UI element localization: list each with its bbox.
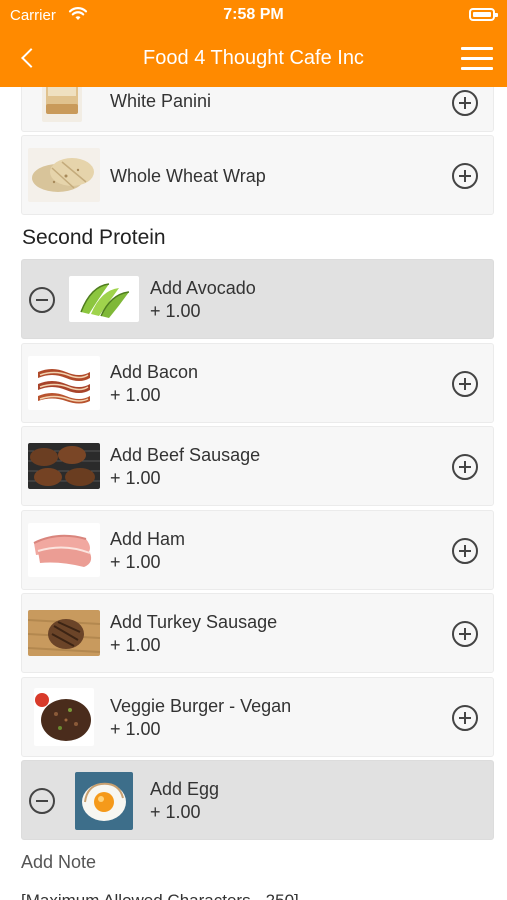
plus-circle-icon[interactable]: [452, 538, 478, 564]
item-name: Whole Wheat Wrap: [110, 166, 266, 186]
item-thumbnail: [42, 87, 82, 122]
status-time: 7:58 PM: [223, 6, 284, 23]
plus-circle-icon[interactable]: [452, 90, 478, 116]
item-price: + 1.00: [110, 385, 161, 405]
item-thumbnail: [28, 443, 100, 489]
item-thumbnail: [28, 523, 100, 577]
menu-line: [461, 67, 493, 70]
item-price: + 1.00: [110, 635, 161, 655]
hamburger-menu-icon[interactable]: [461, 47, 493, 71]
item-thumbnail: [28, 148, 100, 202]
note-limit-text: [Maximum Allowed Characters - 250]: [21, 891, 299, 900]
scroll-content[interactable]: White Panini Whole Wheat Wrap Second Pro…: [0, 87, 507, 900]
item-price: + 1.00: [110, 719, 161, 739]
item-name: Add Egg: [150, 779, 220, 799]
item-name: Add Beef Sausage: [110, 445, 261, 465]
item-thumbnail: [28, 610, 100, 656]
battery-icon: [469, 8, 498, 21]
plus-circle-icon[interactable]: [452, 163, 478, 189]
item-price: + 1.00: [150, 301, 201, 321]
list-item-whole-wheat-wrap[interactable]: Whole Wheat Wrap: [21, 135, 494, 215]
list-item-ham[interactable]: Add Ham + 1.00: [21, 510, 494, 590]
list-item-avocado[interactable]: Add Avocado + 1.00: [21, 259, 494, 339]
plus-circle-icon[interactable]: [452, 705, 478, 731]
list-item-white-panini[interactable]: White Panini: [21, 87, 494, 132]
plus-circle-icon[interactable]: [452, 371, 478, 397]
status-bar: Carrier 7:58 PM: [0, 0, 507, 32]
list-item-beef-sausage[interactable]: Add Beef Sausage + 1.00: [21, 426, 494, 506]
item-price: + 1.00: [110, 468, 161, 488]
section-title: Second Protein: [22, 226, 166, 249]
item-name: Add Turkey Sausage: [110, 612, 278, 632]
item-thumbnail: [75, 772, 133, 830]
item-price: + 1.00: [110, 552, 161, 572]
menu-line: [461, 47, 493, 50]
list-item-turkey-sausage[interactable]: Add Turkey Sausage + 1.00: [21, 593, 494, 673]
item-thumbnail: [69, 276, 139, 322]
item-name: Add Bacon: [110, 362, 199, 382]
item-thumbnail: [34, 688, 94, 746]
list-item-egg[interactable]: Add Egg + 1.00: [21, 760, 494, 840]
item-price: + 1.00: [150, 802, 201, 822]
plus-circle-icon[interactable]: [452, 454, 478, 480]
list-item-bacon[interactable]: Add Bacon + 1.00: [21, 343, 494, 423]
item-name: Add Avocado: [150, 278, 256, 298]
chevron-left-icon: [21, 48, 41, 68]
plus-circle-icon[interactable]: [452, 621, 478, 647]
add-note-label: Add Note: [21, 852, 97, 872]
list-item-veggie-burger[interactable]: Veggie Burger - Vegan + 1.00: [21, 677, 494, 757]
item-name: White Panini: [110, 91, 212, 111]
item-name: Add Ham: [110, 529, 186, 549]
back-button[interactable]: [18, 44, 46, 74]
minus-circle-icon[interactable]: [29, 287, 55, 313]
page-title: Food 4 Thought Cafe Inc: [143, 47, 364, 69]
navigation-bar: Food 4 Thought Cafe Inc: [0, 32, 507, 87]
item-name: Veggie Burger - Vegan: [110, 696, 292, 716]
item-thumbnail: [28, 356, 100, 410]
minus-circle-icon[interactable]: [29, 788, 55, 814]
menu-line: [461, 57, 493, 60]
